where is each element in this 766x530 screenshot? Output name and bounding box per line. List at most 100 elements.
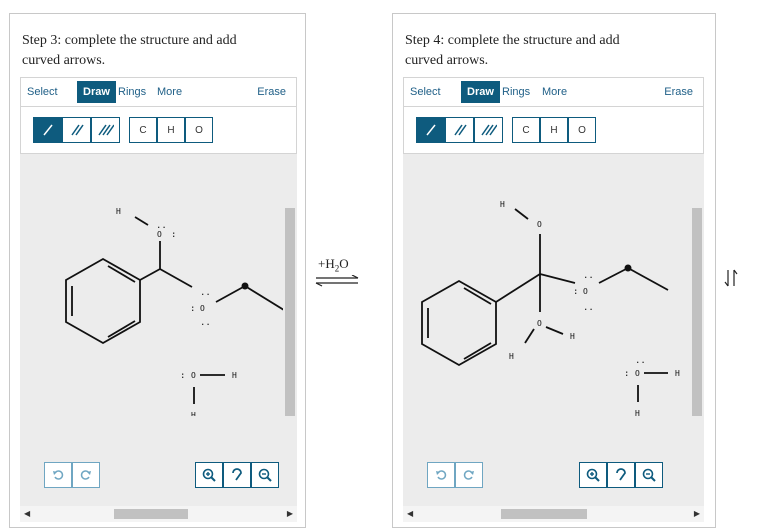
step3-bottom-controls [20, 416, 297, 506]
bond [134, 216, 149, 226]
bond-tools [416, 117, 503, 143]
bond [514, 208, 529, 220]
scroll-left-icon[interactable]: ◀ [407, 509, 413, 518]
step3-draw-tools: C H O [20, 107, 297, 154]
zoom-out-icon [258, 468, 272, 482]
zoom-out-button[interactable] [251, 462, 279, 488]
redo-button[interactable] [72, 462, 100, 488]
lone-pair: .. [583, 271, 594, 281]
carbon-atom-button[interactable]: C [512, 117, 540, 143]
erase-button[interactable]: Erase [251, 78, 292, 106]
redo-icon [80, 470, 91, 480]
scroll-thumb[interactable] [692, 208, 702, 424]
draw-tab[interactable]: Draw [77, 81, 116, 103]
atom-label: O [157, 230, 162, 239]
bond [159, 268, 193, 288]
atom-label: O [537, 220, 542, 229]
history-controls [44, 462, 100, 488]
equilibrium-arrow-icon [724, 269, 738, 287]
lone-pair: .. [635, 356, 646, 366]
atom-tools: C H O [512, 117, 596, 143]
bond-tools [33, 117, 120, 143]
hydrogen-atom-button[interactable]: H [540, 117, 568, 143]
step4-bottom-controls [403, 416, 704, 506]
select-tab[interactable]: Select [404, 78, 447, 106]
lone-pair: .. [200, 288, 211, 298]
scroll-right-icon[interactable]: ▶ [287, 509, 293, 518]
scroll-thumb[interactable] [114, 509, 188, 519]
step4-drawing-canvas[interactable]: H O O .. .. : O H H : O .. H H [403, 154, 704, 424]
redo-button[interactable] [455, 462, 483, 488]
step4-draw-tools: C H O [403, 107, 704, 154]
zoom-reset-button[interactable] [607, 462, 635, 488]
undo-button[interactable] [427, 462, 455, 488]
lone-pair: .. [156, 221, 167, 231]
bond [545, 326, 564, 335]
double-bond-button[interactable] [445, 117, 474, 143]
lone-pair: : [171, 230, 176, 240]
undo-button[interactable] [44, 462, 72, 488]
bond [244, 285, 283, 311]
ring-double-bond [463, 342, 492, 360]
single-bond-button[interactable] [33, 117, 62, 143]
oxygen-atom-button[interactable]: O [568, 117, 596, 143]
bond [524, 328, 535, 344]
undo-icon [436, 470, 447, 480]
double-bond-icon [70, 124, 84, 136]
horizontal-scrollbar[interactable]: ◀ ▶ [20, 506, 297, 522]
select-tab[interactable]: Select [21, 78, 64, 106]
scroll-thumb[interactable] [285, 208, 295, 424]
zoom-in-icon [586, 468, 600, 482]
zoom-in-button[interactable] [195, 462, 223, 488]
step4-prompt: Step 4: complete the structure and add c… [405, 33, 620, 68]
zoom-controls [579, 462, 663, 488]
double-bond-button[interactable] [62, 117, 91, 143]
erase-button[interactable]: Erase [658, 78, 699, 106]
atom-label: H [500, 200, 505, 209]
vertical-scrollbar[interactable] [690, 154, 704, 424]
atom-tools: C H O [129, 117, 213, 143]
lone-pair: .. [583, 303, 594, 313]
carbon-atom-button[interactable]: C [129, 117, 157, 143]
zoom-out-button[interactable] [635, 462, 663, 488]
oxygen-atom-button[interactable]: O [185, 117, 213, 143]
rings-tab[interactable]: Rings [496, 78, 536, 106]
atom-label: O [200, 304, 205, 313]
horizontal-scrollbar[interactable]: ◀ ▶ [403, 506, 704, 522]
zoom-in-icon [202, 468, 216, 482]
zoom-reset-button[interactable] [223, 462, 251, 488]
atom-label: O [635, 369, 640, 378]
benzene-ring [65, 257, 141, 345]
single-bond-button[interactable] [416, 117, 445, 143]
zoom-controls [195, 462, 279, 488]
scroll-right-icon[interactable]: ▶ [694, 509, 700, 518]
atom-label: H [232, 371, 237, 380]
lone-pair: : [624, 369, 629, 379]
triple-bond-button[interactable] [474, 117, 503, 143]
atom-label: O [537, 319, 542, 328]
more-tab[interactable]: More [151, 78, 188, 106]
atom-label: H [116, 207, 121, 216]
equilibrium-arrow-icon [315, 275, 359, 287]
bond [598, 267, 629, 284]
reagent-label: +H2O [318, 256, 349, 274]
radical-dot [241, 282, 249, 290]
atom-label: O [191, 371, 196, 380]
rings-tab[interactable]: Rings [112, 78, 152, 106]
scroll-thumb[interactable] [501, 509, 587, 519]
zoom-in-button[interactable] [579, 462, 607, 488]
draw-tab[interactable]: Draw [461, 81, 500, 103]
step4-toolbar: Select Draw Rings More Erase [403, 77, 704, 107]
step4-molecule: H O O .. .. : O H H : O .. H H [421, 200, 680, 416]
triple-bond-button[interactable] [91, 117, 120, 143]
hydrogen-atom-button[interactable]: H [157, 117, 185, 143]
atom-label: H [635, 409, 640, 416]
scroll-left-icon[interactable]: ◀ [24, 509, 30, 518]
zoom-reset-icon [232, 468, 242, 481]
step3-prompt: Step 3: complete the structure and add c… [22, 33, 237, 68]
vertical-scrollbar[interactable] [283, 154, 297, 424]
lone-pair: : [180, 371, 185, 381]
step4-panel: Step 4: complete the structure and add c… [392, 13, 716, 528]
step3-drawing-canvas[interactable]: H O .. : O .. .. : : O H H [20, 154, 297, 424]
more-tab[interactable]: More [536, 78, 573, 106]
